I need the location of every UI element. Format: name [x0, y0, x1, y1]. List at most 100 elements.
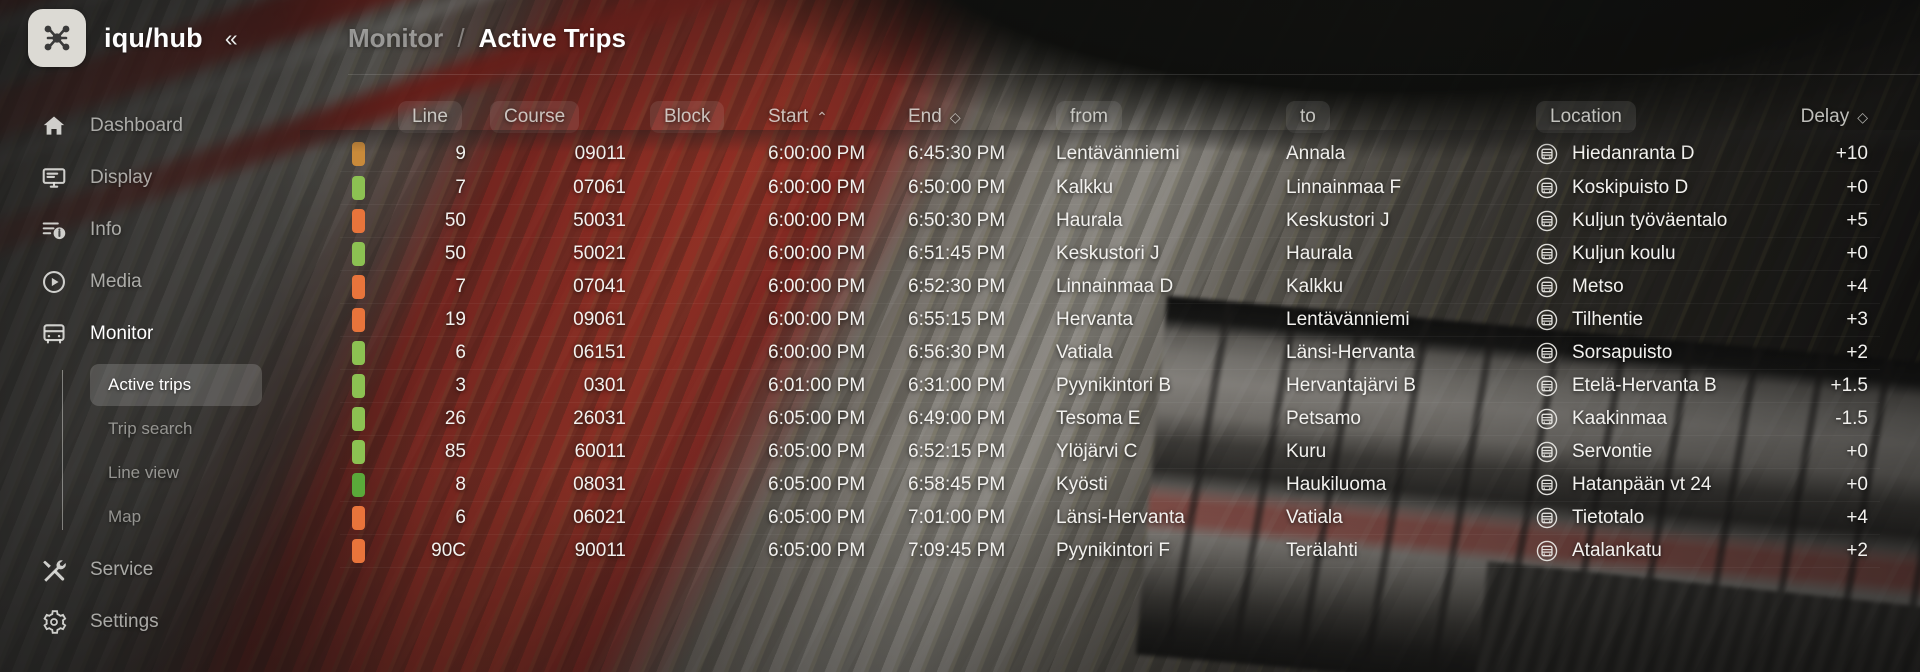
cell-course: 60011	[478, 435, 638, 469]
sidebar-nav: Dashboard Display Info Media Monitor Active t…	[0, 76, 300, 672]
cell-delay: +0	[1770, 237, 1880, 271]
location-label: Koskipuisto D	[1572, 176, 1689, 198]
sidebar-subitem-map[interactable]: Map	[90, 496, 262, 538]
sort-unsorted-icon[interactable]: ◇	[950, 110, 961, 124]
table-row[interactable]: 19 09061 6:00:00 PM 6:55:15 PM Hervanta Lentä…	[340, 303, 1880, 337]
cell-location: Tietotalo	[1524, 501, 1770, 535]
cell-course: 07041	[478, 270, 638, 304]
table-row[interactable]: 6 06151 6:00:00 PM 6:56:30 PM Vatiala Länsi-H…	[340, 336, 1880, 370]
column-header-delay[interactable]: Delay ◇	[1770, 96, 1880, 138]
table-row[interactable]: 85 60011 6:05:00 PM 6:52:15 PM Ylöjärvi C Kur…	[340, 435, 1880, 469]
cell-to: Hervantajärvi B	[1274, 369, 1524, 403]
column-header-inner: Start ⌃	[768, 101, 828, 133]
sidebar-item-display[interactable]: Display	[0, 152, 300, 204]
cell-end: 6:55:15 PM	[896, 303, 1044, 337]
display-icon	[40, 164, 68, 192]
location-wrapper: Tietotalo	[1536, 507, 1758, 529]
cell-block	[638, 270, 756, 304]
cell-delay: +4	[1770, 501, 1880, 535]
location-wrapper: Etelä-Hervanta B	[1536, 375, 1758, 397]
sidebar-item-settings[interactable]: Settings	[0, 596, 300, 648]
table-row[interactable]: 90C 90011 6:05:00 PM 7:09:45 PM Pyynikintori…	[340, 534, 1880, 568]
cell-line: 8	[386, 468, 478, 502]
cell-course: 06151	[478, 336, 638, 370]
column-header-from[interactable]: from	[1044, 96, 1274, 138]
cell-block	[638, 204, 756, 238]
cell-from: Kalkku	[1044, 171, 1274, 205]
column-header-to[interactable]: to	[1274, 96, 1524, 138]
cell-to: Kuru	[1274, 435, 1524, 469]
status-pill	[352, 208, 365, 233]
cell-course: 08031	[478, 468, 638, 502]
sidebar-subitem-label: Trip search	[108, 419, 193, 438]
cell-course: 0301	[478, 369, 638, 403]
sidebar-item-monitor[interactable]: Monitor	[0, 308, 300, 360]
column-header-start[interactable]: Start ⌃	[756, 96, 896, 138]
table-row[interactable]: 9 09011 6:00:00 PM 6:45:30 PM Lentävänniemi A…	[340, 138, 1880, 172]
table-row[interactable]: 8 08031 6:05:00 PM 6:58:45 PM Kyösti Haukiluo…	[340, 468, 1880, 502]
sidebar-subitem-trip-search[interactable]: Trip search	[90, 408, 262, 450]
location-wrapper: Tilhentie	[1536, 309, 1758, 331]
cell-block	[638, 237, 756, 271]
status-pill	[352, 340, 365, 365]
cell-end: 6:52:15 PM	[896, 435, 1044, 469]
top-bar-divider	[348, 74, 1920, 75]
column-header-inner: Course	[490, 101, 580, 133]
column-header-end[interactable]: End ◇	[896, 96, 1044, 138]
cell-delay: +4	[1770, 270, 1880, 304]
sidebar-item-info[interactable]: Info	[0, 204, 300, 256]
column-header-inner: from	[1056, 101, 1122, 133]
column-header-course[interactable]: Course	[478, 96, 638, 138]
location-label: Atalankatu	[1572, 539, 1662, 561]
chevron-double-left-icon[interactable]: «	[225, 26, 238, 50]
location-wrapper: Metso	[1536, 276, 1758, 298]
column-header-inner: Delay ◇	[1801, 101, 1868, 133]
cell-block	[638, 138, 756, 172]
cell-to: Lentävänniemi	[1274, 303, 1524, 337]
sidebar-subitem-active-trips[interactable]: Active trips	[90, 364, 262, 406]
brand-name: iqu/hub	[104, 22, 203, 53]
cell-block	[638, 468, 756, 502]
sidebar-subitem-line-view[interactable]: Line view	[90, 452, 262, 494]
column-header-line[interactable]: Line	[386, 96, 478, 138]
main-content: Line Course Block Start ⌃ End ◇ from to Location D…	[300, 76, 1920, 672]
sidebar-item-dashboard[interactable]: Dashboard	[0, 100, 300, 152]
bus-front-icon	[1536, 540, 1558, 562]
breadcrumb-parent[interactable]: Monitor	[348, 23, 443, 54]
sort-ascending-icon[interactable]: ⌃	[816, 110, 828, 124]
table-header: Line Course Block Start ⌃ End ◇ from to Location D…	[340, 96, 1880, 138]
info-icon	[40, 216, 68, 244]
location-label: Kaakinmaa	[1572, 407, 1668, 429]
cell-from: Tesoma E	[1044, 402, 1274, 436]
location-wrapper: Kaakinmaa	[1536, 408, 1758, 430]
app-logo[interactable]	[28, 9, 86, 67]
cell-delay: -1.5	[1770, 402, 1880, 436]
cell-end: 6:52:30 PM	[896, 270, 1044, 304]
cell-start: 6:00:00 PM	[756, 138, 896, 172]
cell-location: Koskipuisto D	[1524, 171, 1770, 205]
sidebar-item-media[interactable]: Media	[0, 256, 300, 308]
table-row[interactable]: 50 50021 6:00:00 PM 6:51:45 PM Keskustori JH…	[340, 237, 1880, 271]
network-nodes-icon	[39, 20, 75, 56]
bus-front-icon	[1536, 342, 1558, 364]
cell-from: Keskustori J	[1044, 237, 1274, 271]
cell-location: Sorsapuisto	[1524, 336, 1770, 370]
sidebar-item-service[interactable]: Service	[0, 544, 300, 596]
table-row[interactable]: 7 07041 6:00:00 PM 6:52:30 PM Linnainmaa D Ka…	[340, 270, 1880, 304]
table-row[interactable]: 7 07061 6:00:00 PM 6:50:00 PM Kalkku Linnainm…	[340, 171, 1880, 205]
column-header-location[interactable]: Location	[1524, 96, 1770, 138]
table-row[interactable]: 3 0301 6:01:00 PM 6:31:00 PM Pyynikintori BH…	[340, 369, 1880, 403]
table-row[interactable]: 50 50031 6:00:00 PM 6:50:30 PM Haurala Keskus…	[340, 204, 1880, 238]
table-body: 9 09011 6:00:00 PM 6:45:30 PM Lentävänniemi A…	[340, 138, 1880, 568]
top-bar: iqu/hub « Monitor / Active Trips	[0, 0, 1920, 76]
column-header-inner: to	[1286, 101, 1330, 133]
status-pill	[352, 274, 365, 299]
column-header-block[interactable]: Block	[638, 96, 756, 138]
sort-unsorted-icon[interactable]: ◇	[1857, 110, 1868, 124]
cell-from: Pyynikintori F	[1044, 534, 1274, 568]
location-wrapper: Hiedanranta D	[1536, 143, 1758, 165]
table-row[interactable]: 6 06021 6:05:00 PM 7:01:00 PM Länsi-Hervanta…	[340, 501, 1880, 535]
cell-location: Kuljun koulu	[1524, 237, 1770, 271]
cell-line: 85	[386, 435, 478, 469]
table-row[interactable]: 26 26031 6:05:00 PM 6:49:00 PM Tesoma E Petsa…	[340, 402, 1880, 436]
